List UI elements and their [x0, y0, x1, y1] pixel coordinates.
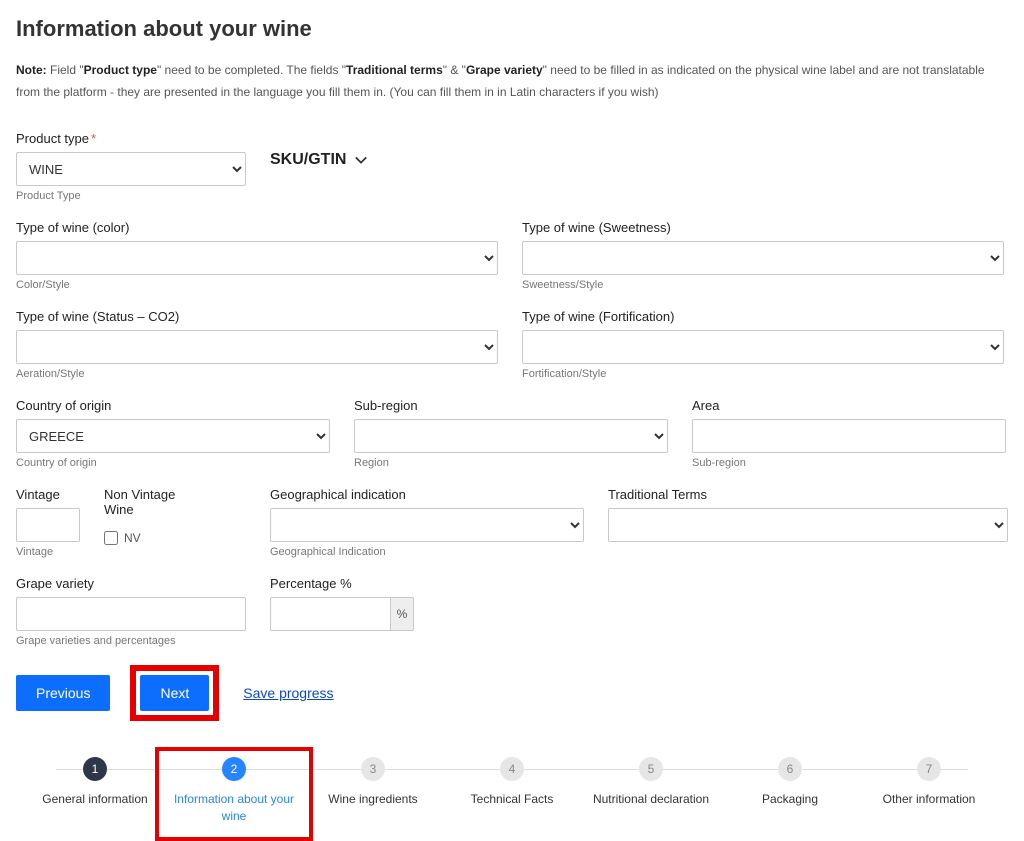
gi-label: Geographical indication	[270, 487, 584, 502]
chevron-down-icon	[354, 153, 368, 167]
color-label: Type of wine (color)	[16, 220, 498, 235]
sweetness-select[interactable]	[522, 241, 1004, 275]
pct-label: Percentage %	[270, 576, 414, 591]
step-1[interactable]: 1 General information	[26, 757, 164, 825]
area-input[interactable]	[692, 419, 1006, 453]
stepper: 1 General information 2 Information abou…	[16, 757, 1008, 825]
next-button[interactable]: Next	[140, 675, 209, 711]
trad-select[interactable]	[608, 508, 1008, 542]
subregion-select[interactable]	[354, 419, 668, 453]
step-4[interactable]: 4 Technical Facts	[443, 757, 581, 825]
status-select[interactable]	[16, 330, 498, 364]
nv-checkbox-wrap[interactable]: NV	[104, 531, 208, 545]
grape-label: Grape variety	[16, 576, 246, 591]
previous-button[interactable]: Previous	[16, 675, 110, 711]
trad-label: Traditional Terms	[608, 487, 1008, 502]
grape-input[interactable]	[16, 597, 246, 631]
sweetness-label: Type of wine (Sweetness)	[522, 220, 1004, 235]
step-3[interactable]: 3 Wine ingredients	[304, 757, 442, 825]
status-help: Aeration/Style	[16, 368, 498, 380]
page-title: Information about your wine	[16, 16, 1008, 42]
step-2-highlight: 2 Information about your wine	[155, 747, 313, 841]
grape-help: Grape varieties and percentages	[16, 635, 246, 647]
form-note: Note: Field "Product type" need to be co…	[16, 60, 1008, 103]
nv-checkbox[interactable]	[104, 531, 118, 545]
next-highlight: Next	[130, 665, 219, 721]
step-7[interactable]: 7 Other information	[860, 757, 998, 825]
vintage-label: Vintage	[16, 487, 80, 502]
step-6[interactable]: 6 Packaging	[721, 757, 859, 825]
country-label: Country of origin	[16, 398, 330, 413]
area-label: Area	[692, 398, 1006, 413]
pct-input[interactable]	[270, 597, 390, 631]
vintage-input[interactable]	[16, 508, 80, 542]
sku-toggle[interactable]: SKU/GTIN	[270, 131, 368, 169]
gi-help: Geographical Indication	[270, 546, 584, 558]
fortification-select[interactable]	[522, 330, 1004, 364]
status-label: Type of wine (Status – CO2)	[16, 309, 498, 324]
sweetness-help: Sweetness/Style	[522, 279, 1004, 291]
step-2[interactable]: 2 Information about your wine	[165, 757, 303, 825]
product-type-label: Product type*	[16, 131, 246, 146]
subregion-help: Region	[354, 457, 668, 469]
color-select[interactable]	[16, 241, 498, 275]
area-help: Sub-region	[692, 457, 1006, 469]
product-type-help: Product Type	[16, 190, 246, 202]
vintage-help: Vintage	[16, 546, 80, 558]
product-type-select[interactable]: WINE	[16, 152, 246, 186]
step-5[interactable]: 5 Nutritional declaration	[582, 757, 720, 825]
country-select[interactable]: GREECE	[16, 419, 330, 453]
gi-select[interactable]	[270, 508, 584, 542]
pct-addon: %	[390, 597, 414, 631]
fortification-help: Fortification/Style	[522, 368, 1004, 380]
fortification-label: Type of wine (Fortification)	[522, 309, 1004, 324]
nv-label: Non Vintage Wine	[104, 487, 208, 517]
color-help: Color/Style	[16, 279, 498, 291]
save-progress-link[interactable]: Save progress	[243, 685, 333, 701]
subregion-label: Sub-region	[354, 398, 668, 413]
country-help: Country of origin	[16, 457, 330, 469]
